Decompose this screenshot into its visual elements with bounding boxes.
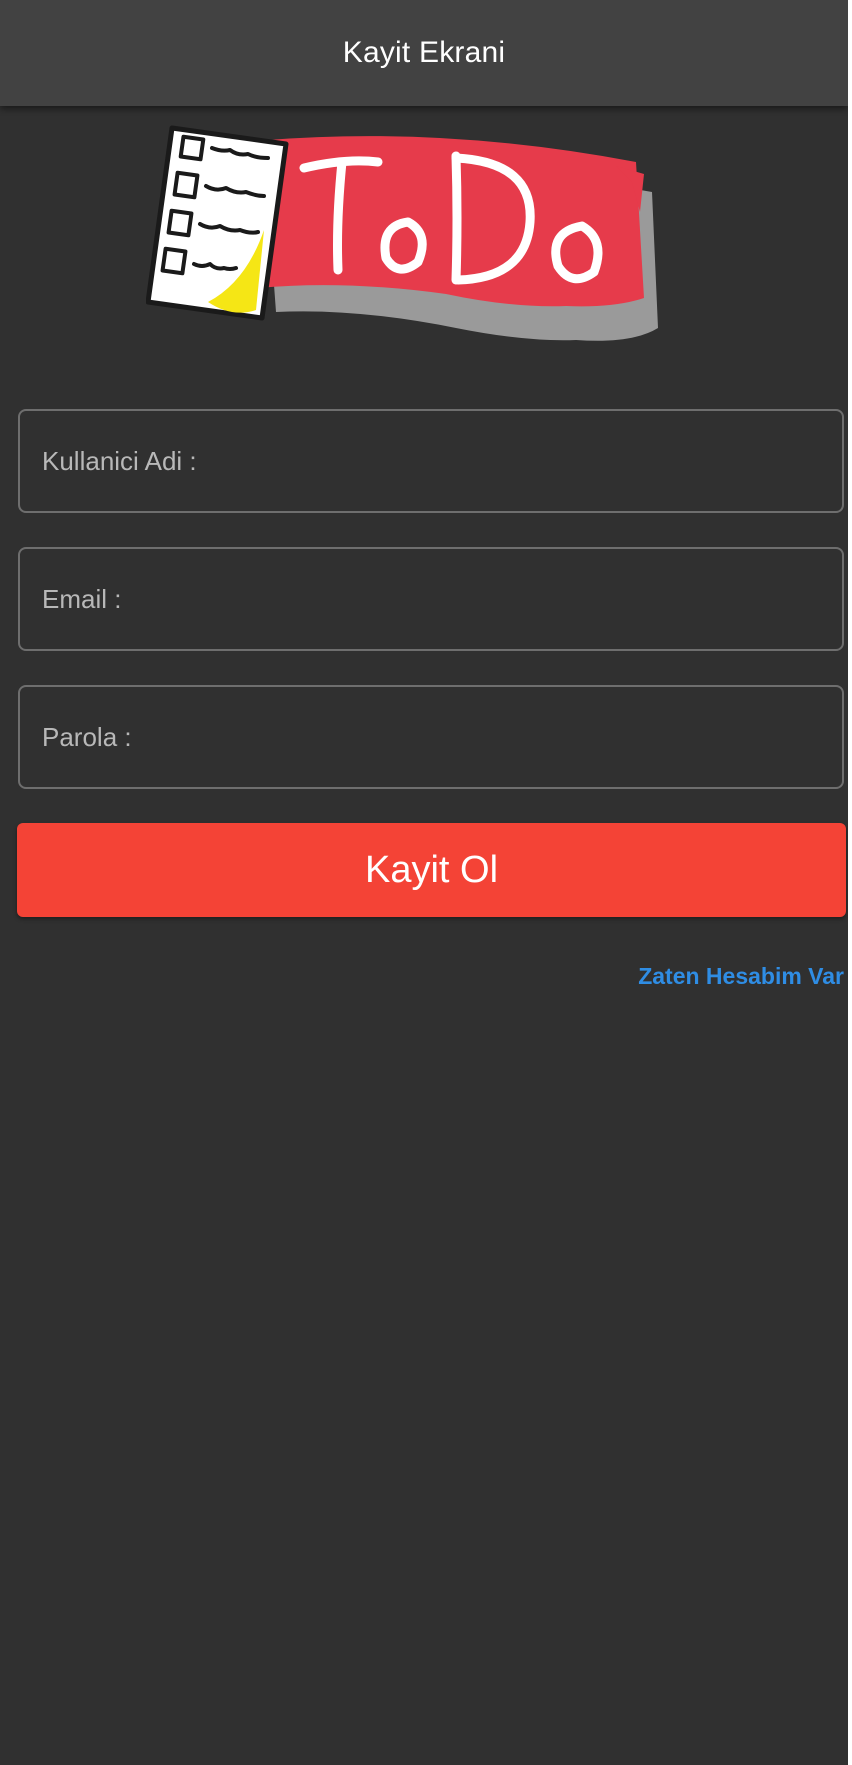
todo-logo xyxy=(146,125,658,341)
email-input[interactable] xyxy=(20,549,842,649)
page-title: Kayit Ekrani xyxy=(342,36,506,69)
app-bar: Kayit Ekrani xyxy=(0,0,848,106)
login-link[interactable]: Zaten Hesabim Var xyxy=(638,963,844,990)
register-screen: Kayit Ekrani Kullanici Adi: Email: Kay… xyxy=(0,0,848,1765)
username-input[interactable] xyxy=(20,411,842,511)
username-field xyxy=(18,409,844,513)
checklist-icon xyxy=(146,125,289,321)
email-field xyxy=(18,547,844,651)
password-input[interactable] xyxy=(20,687,842,787)
register-button[interactable]: Kayit Ol xyxy=(17,823,846,917)
password-field xyxy=(18,685,844,789)
